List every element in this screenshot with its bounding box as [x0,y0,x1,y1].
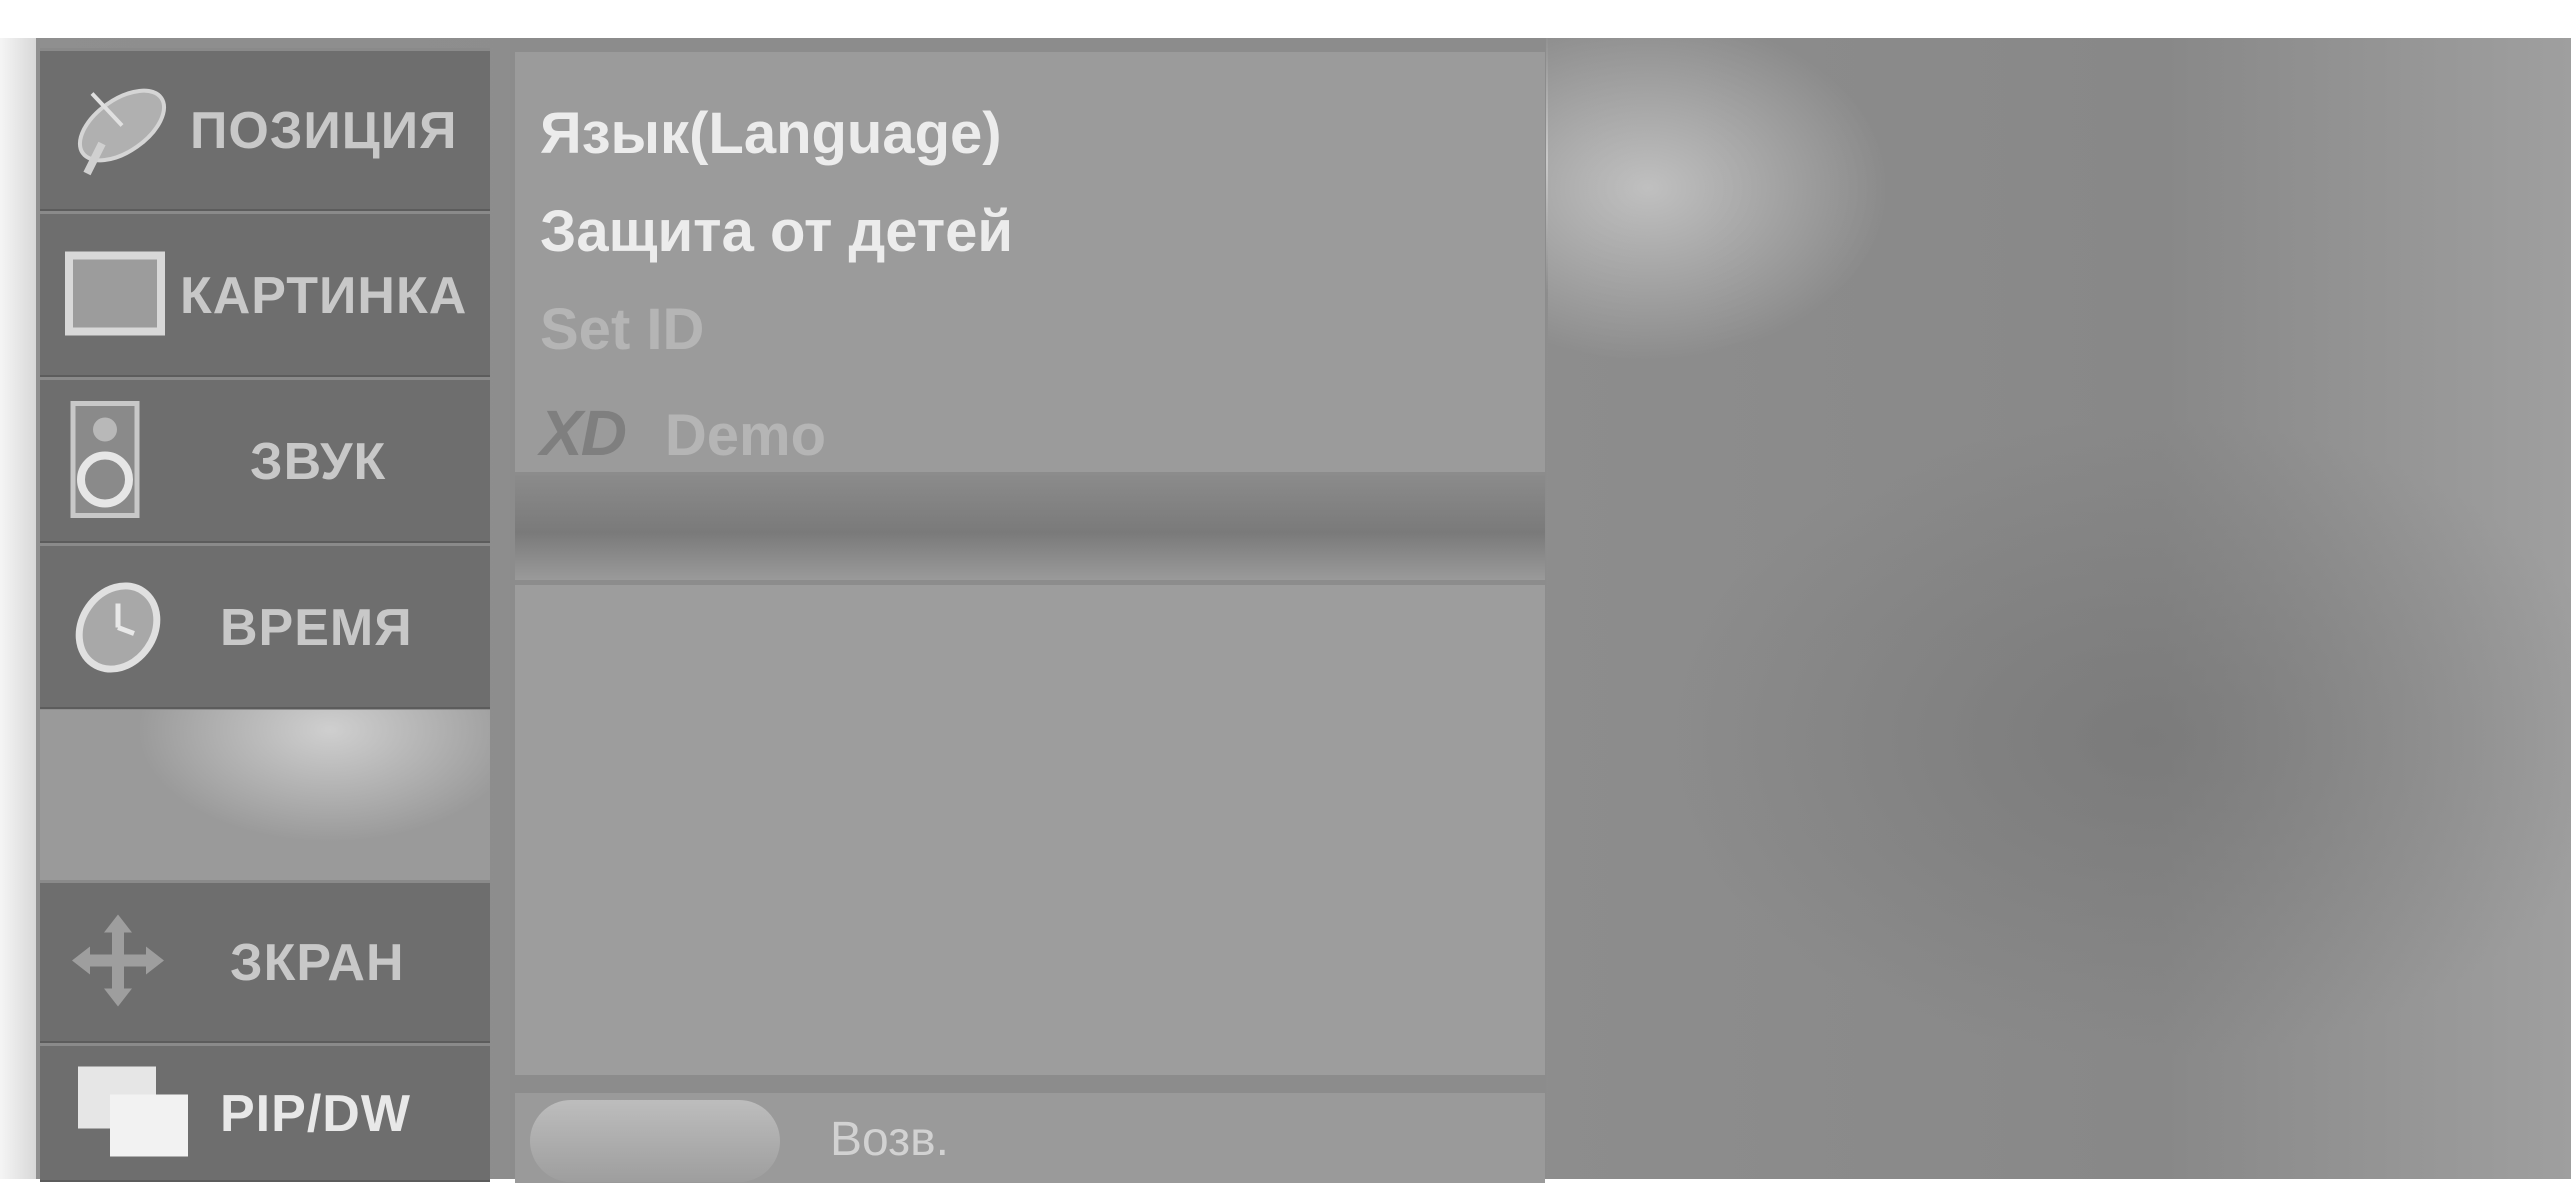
menu-item-label: Demo [664,403,827,468]
sidebar-item-label: КАРТИНКА [180,266,468,325]
sidebar-spacer [40,710,490,880]
top-margin [0,0,2571,38]
sidebar-item-label: ЗВУК [250,432,387,491]
satellite-dish-icon [62,74,172,189]
sidebar-item-label: ВРЕМЯ [220,598,413,657]
sidebar-item-position[interactable]: ПОЗИЦИЯ [40,48,490,211]
back-button-icon[interactable] [530,1100,780,1182]
menu-item-child-lock[interactable]: Защита от детей [540,198,1013,265]
picture-icon [65,243,165,348]
sidebar-item-sound[interactable]: ЗВУК [40,377,490,543]
sidebar-item-label: PIP/DW [220,1085,411,1143]
sidebar-item-screen[interactable]: ЗКРАН [40,880,490,1043]
left-margin [0,38,36,1179]
sidebar-item-pip[interactable]: PIP/DW [40,1043,490,1182]
menu-item-demo: XD Demo [540,396,826,470]
menu-item-set-id: Set ID [540,297,705,362]
sidebar-item-label: ПОЗИЦИЯ [190,102,458,160]
sidebar-item-time[interactable]: ВРЕМЯ [40,543,490,709]
tv-picture-area [1548,38,2571,1179]
menu-item-language[interactable]: Язык(Language) [540,100,1002,167]
clock-icon [68,575,168,680]
speaker-icon [65,399,145,524]
pip-windows-icon [78,1066,188,1162]
divider-shadow [515,475,1545,580]
back-label: Возв. [830,1113,950,1166]
xd-logo: XD [540,397,627,469]
submenu-area [515,585,1545,1075]
sidebar-item-picture[interactable]: КАРТИНКА [40,211,490,377]
sidebar-item-label: ЗКРАН [230,934,405,992]
move-arrows-icon [68,911,168,1016]
